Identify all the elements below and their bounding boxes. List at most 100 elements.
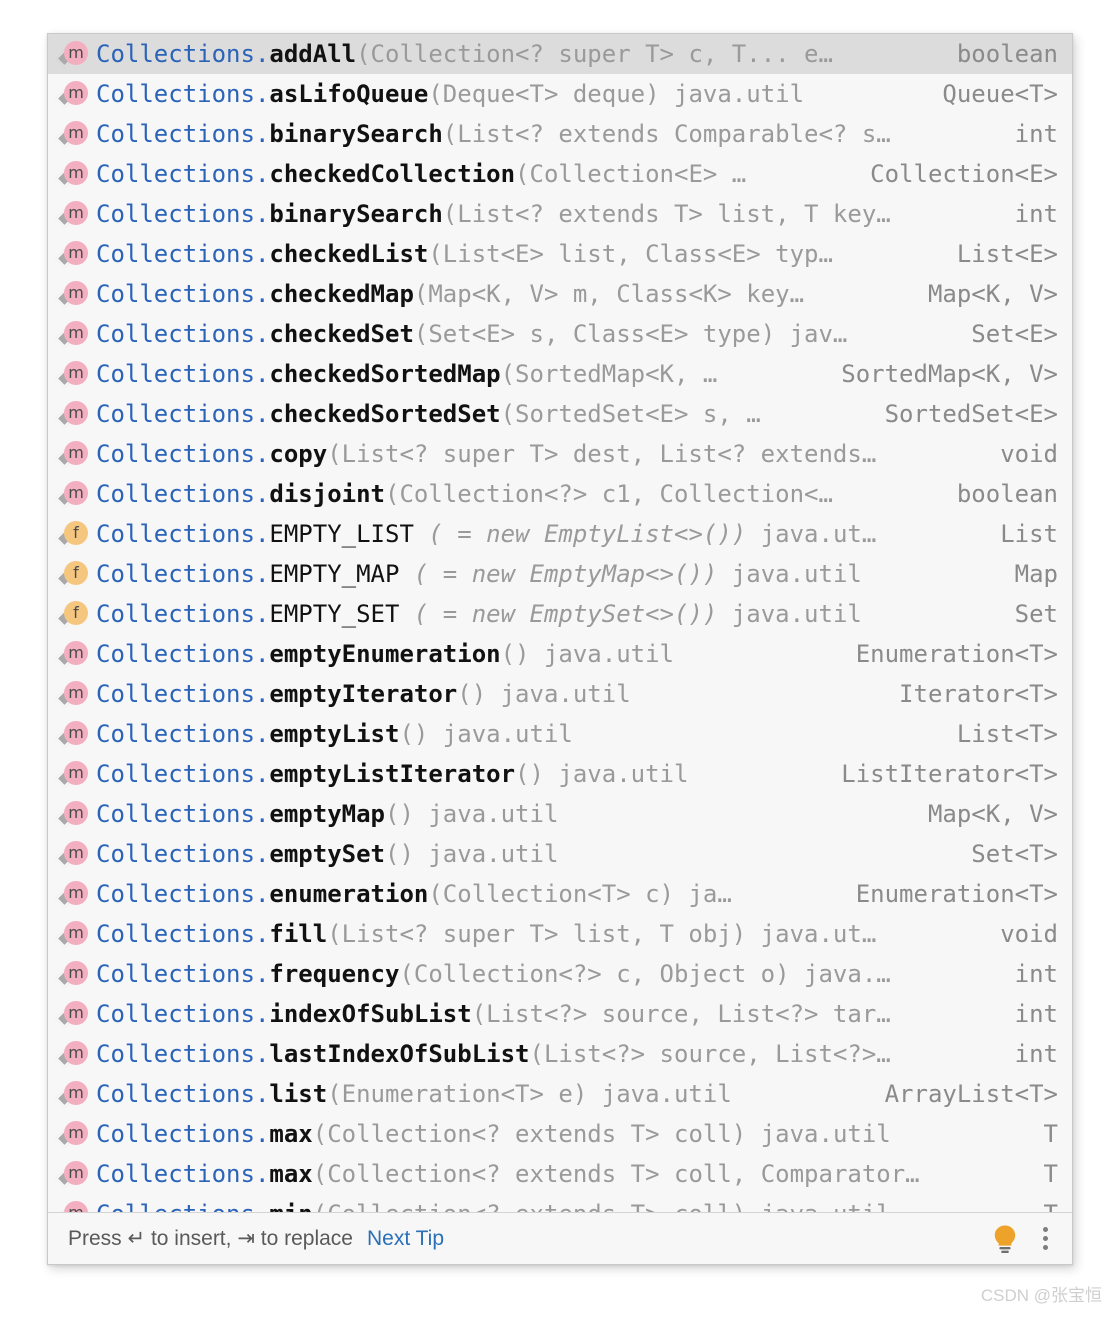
completion-item-member: enumeration: [269, 880, 429, 908]
completion-item-type: Enumeration<T>: [855, 880, 1058, 908]
completion-item-dot: .: [254, 640, 270, 668]
completion-item-signature: Collections.emptyListIterator() java.uti…: [96, 760, 819, 788]
completion-item[interactable]: m Collections.emptyListIterator() java.ut…: [48, 754, 1072, 794]
completion-item[interactable]: m Collections.min(Collection<? extends T>…: [48, 1194, 1072, 1212]
completion-item-class: Collections: [96, 480, 255, 508]
completion-item[interactable]: m Collections.copy(List<? super T> dest, …: [48, 434, 1072, 474]
completion-item-params: (Collection<?> c1, Collection<…: [385, 480, 833, 508]
completion-item-class: Collections: [96, 120, 255, 148]
completion-item-dot: .: [254, 240, 270, 268]
item-kind-letter: m: [64, 1201, 88, 1212]
completion-item-params: (Collection<?> c, Object o) java.…: [399, 960, 891, 988]
method-icon: m: [55, 399, 88, 429]
method-icon: m: [55, 759, 88, 789]
method-icon: m: [55, 1159, 88, 1189]
completion-item-signature: Collections.emptyIterator() java.util: [96, 680, 877, 708]
completion-item-signature: Collections.asLifoQueue(Deque<T> deque) …: [96, 80, 920, 108]
item-kind-letter: m: [64, 201, 88, 225]
completion-item-params: (Collection<? extends T> coll, Comparato…: [312, 1160, 920, 1188]
next-tip-link[interactable]: Next Tip: [367, 1227, 444, 1251]
completion-item[interactable]: m Collections.lastIndexOfSubList(List<?> …: [48, 1034, 1072, 1074]
item-kind-letter: m: [64, 841, 88, 865]
completion-item[interactable]: m Collections.disjoint(Collection<?> c1, …: [48, 474, 1072, 514]
completion-item[interactable]: m Collections.emptyIterator() java.util It…: [48, 674, 1072, 714]
completion-item-signature: Collections.max(Collection<? extends T> …: [96, 1160, 1022, 1188]
completion-item-class: Collections: [96, 400, 255, 428]
completion-item-signature: Collections.copy(List<? super T> dest, L…: [96, 440, 978, 468]
item-kind-letter: m: [64, 281, 88, 305]
item-kind-letter: m: [64, 641, 88, 665]
completion-item-signature: Collections.checkedMap(Map<K, V> m, Clas…: [96, 280, 906, 308]
completion-item-signature: Collections.indexOfSubList(List<?> sourc…: [96, 1000, 993, 1028]
method-icon: m: [55, 1079, 88, 1109]
completion-item-params: (List<? extends Comparable<? s…: [442, 120, 891, 148]
completion-item[interactable]: m Collections.emptyList() java.util List<T…: [48, 714, 1072, 754]
completion-item-type: Queue<T>: [942, 80, 1058, 108]
completion-item-params: (List<?> source, List<?> tar…: [471, 1000, 891, 1028]
completion-item-dot: .: [254, 920, 270, 948]
completion-item[interactable]: m Collections.indexOfSubList(List<?> sour…: [48, 994, 1072, 1034]
completion-item-type: void: [1000, 920, 1058, 948]
completion-item-params: java.util: [717, 560, 862, 588]
completion-item-dot: .: [254, 1160, 270, 1188]
item-kind-letter: f: [64, 521, 88, 545]
method-icon: m: [55, 919, 88, 949]
completion-item-class: Collections: [96, 840, 255, 868]
completion-item[interactable]: m Collections.max(Collection<? extends T>…: [48, 1114, 1072, 1154]
completion-item[interactable]: m Collections.enumeration(Collection<T> c…: [48, 874, 1072, 914]
completion-item[interactable]: m Collections.checkedSortedSet(SortedSet<…: [48, 394, 1072, 434]
completion-item[interactable]: m Collections.fill(List<? super T> list, …: [48, 914, 1072, 954]
completion-item[interactable]: m Collections.binarySearch(List<? extends…: [48, 114, 1072, 154]
completion-item-member: frequency: [269, 960, 400, 988]
completion-item[interactable]: m Collections.checkedSet(Set<E> s, Class<…: [48, 314, 1072, 354]
completion-item[interactable]: m Collections.checkedList(List<E> list, C…: [48, 234, 1072, 274]
completion-item[interactable]: m Collections.checkedSortedMap(SortedMap<…: [48, 354, 1072, 394]
item-kind-letter: m: [64, 1121, 88, 1145]
completion-item-signature: Collections.emptyMap() java.util: [96, 800, 906, 828]
completion-item-member: max: [269, 1120, 313, 1148]
completion-item[interactable]: m Collections.checkedCollection(Collectio…: [48, 154, 1072, 194]
lightbulb-icon[interactable]: [992, 1224, 1018, 1254]
completion-item-type: ArrayList<T>: [884, 1080, 1058, 1108]
completion-item-signature: Collections.frequency(Collection<?> c, O…: [96, 960, 993, 988]
completion-item[interactable]: m Collections.binarySearch(List<? extends…: [48, 194, 1072, 234]
completion-item-class: Collections: [96, 760, 255, 788]
more-options-icon[interactable]: [1034, 1225, 1056, 1253]
method-icon: m: [55, 1199, 88, 1212]
completion-item[interactable]: f Collections.EMPTY_MAP ( = new EmptyMap<…: [48, 554, 1072, 594]
completion-item-signature: Collections.checkedList(List<E> list, Cl…: [96, 240, 935, 268]
completion-item-type: T: [1043, 1160, 1058, 1188]
completion-item-signature: Collections.checkedSortedSet(SortedSet<E…: [96, 400, 863, 428]
completion-item-params: () java.util: [385, 840, 559, 868]
completion-item-type: T: [1022, 1200, 1058, 1212]
completion-item-class: Collections: [96, 1160, 255, 1188]
completion-item[interactable]: m Collections.addAll(Collection<? super T…: [48, 34, 1072, 74]
completion-item[interactable]: m Collections.emptyMap() java.util Map<K, …: [48, 794, 1072, 834]
completion-item[interactable]: f Collections.EMPTY_LIST ( = new EmptyLis…: [48, 514, 1072, 554]
completion-item[interactable]: m Collections.emptyEnumeration() java.uti…: [48, 634, 1072, 674]
completion-item-params: (Collection<? extends T> coll) java.util: [312, 1120, 891, 1148]
completion-item[interactable]: f Collections.EMPTY_SET ( = new EmptySet<…: [48, 594, 1072, 634]
item-kind-letter: m: [64, 1081, 88, 1105]
completion-item[interactable]: m Collections.emptySet() java.util Set<T>: [48, 834, 1072, 874]
method-icon: m: [55, 439, 88, 469]
completion-item-dot: .: [254, 880, 270, 908]
code-completion-popup[interactable]: m Collections.addAll(Collection<? super T…: [47, 33, 1073, 1265]
completion-item[interactable]: m Collections.max(Collection<? extends T>…: [48, 1154, 1072, 1194]
completion-item-class: Collections: [96, 800, 255, 828]
item-kind-letter: m: [64, 881, 88, 905]
completion-item-params: (List<?> source, List<?>…: [529, 1040, 891, 1068]
completion-item-dot: .: [254, 680, 270, 708]
item-kind-letter: m: [64, 121, 88, 145]
completion-item-member: asLifoQueue: [269, 80, 429, 108]
completion-item-member: emptySet: [269, 840, 385, 868]
item-kind-letter: m: [64, 481, 88, 505]
completion-item-list[interactable]: m Collections.addAll(Collection<? super T…: [48, 34, 1072, 1212]
completion-item[interactable]: m Collections.checkedMap(Map<K, V> m, Cla…: [48, 274, 1072, 314]
item-kind-letter: m: [64, 321, 88, 345]
completion-item[interactable]: m Collections.list(Enumeration<T> e) java…: [48, 1074, 1072, 1114]
completion-item-type: List<T>: [956, 720, 1058, 748]
completion-item[interactable]: m Collections.asLifoQueue(Deque<T> deque)…: [48, 74, 1072, 114]
completion-item-type: int: [1014, 960, 1058, 988]
completion-item[interactable]: m Collections.frequency(Collection<?> c, …: [48, 954, 1072, 994]
